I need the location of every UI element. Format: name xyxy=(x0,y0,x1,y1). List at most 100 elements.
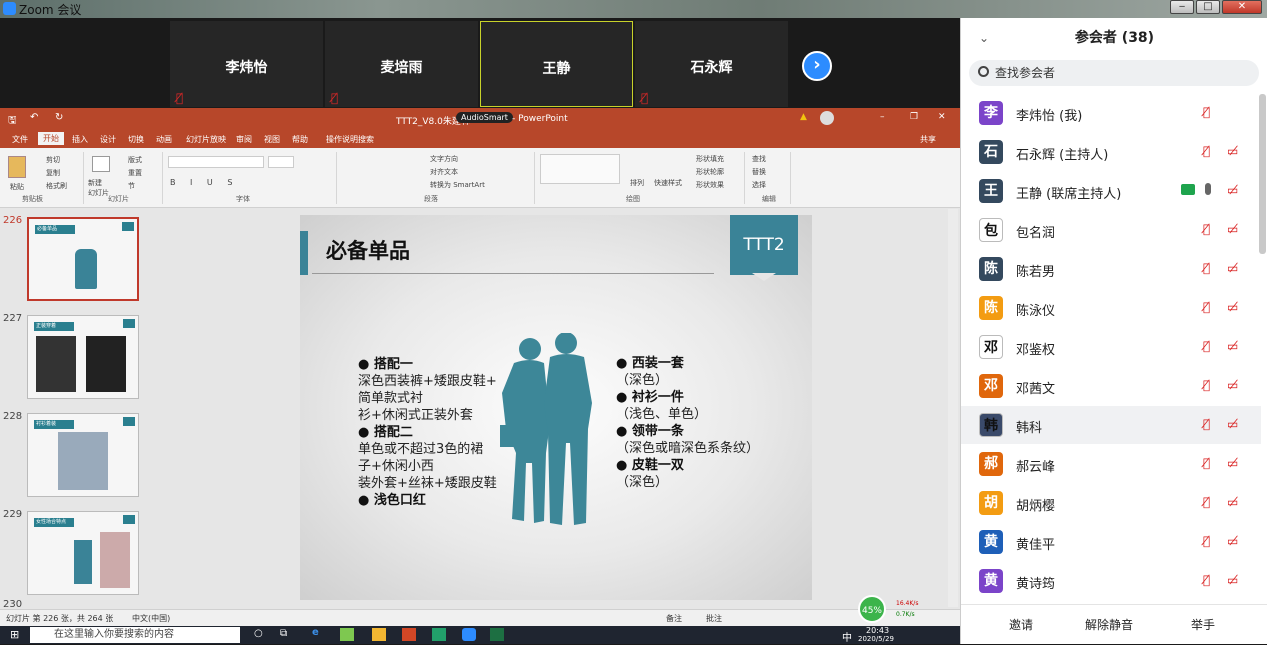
participant-row[interactable]: 黄黄诗筠 🎙̸ ▭̸ xyxy=(961,562,1261,600)
network-speed-widget[interactable]: 45% xyxy=(858,595,886,623)
tab-slideshow[interactable]: 幻灯片放映 xyxy=(186,134,226,145)
tab-view[interactable]: 视图 xyxy=(264,134,280,145)
tab-transitions[interactable]: 切换 xyxy=(128,134,144,145)
wechat-icon[interactable] xyxy=(340,628,354,641)
participant-row[interactable]: 李李炜怡 (我) 🎙̸ xyxy=(961,94,1261,132)
shape-effects-button[interactable]: 形状效果 xyxy=(696,180,724,190)
video-off-icon[interactable]: ▭̸ xyxy=(1227,339,1238,353)
cortana-icon[interactable]: ○ xyxy=(254,628,263,639)
participant-row[interactable]: 邓邓鉴权 🎙̸ ▭̸ xyxy=(961,328,1261,366)
language-status[interactable]: 中文(中国) xyxy=(132,613,170,624)
muted-mic-icon[interactable]: 🎙̸ xyxy=(1203,534,1210,548)
video-off-icon[interactable]: ▭̸ xyxy=(1227,183,1238,197)
participant-row[interactable]: 包包名润 🎙̸ ▭̸ xyxy=(961,211,1261,249)
file-explorer-icon[interactable] xyxy=(372,628,386,641)
slide-thumbnail[interactable]: 正装穿着 xyxy=(27,315,139,399)
arrange-button[interactable]: 排列 xyxy=(630,178,644,188)
invite-button[interactable]: 邀请 xyxy=(1009,605,1033,645)
tab-insert[interactable]: 插入 xyxy=(72,134,88,145)
edge-icon[interactable]: e xyxy=(312,627,319,638)
muted-mic-icon[interactable]: 🎙̸ xyxy=(1203,222,1210,236)
muted-mic-icon[interactable]: 🎙̸ xyxy=(1203,456,1210,470)
tab-review[interactable]: 审阅 xyxy=(236,134,252,145)
smartart-button[interactable]: 转换为 SmartArt xyxy=(430,180,485,190)
save-icon[interactable]: 🖫 xyxy=(8,113,17,130)
slide-thumbnail-selected[interactable]: 必备单品 xyxy=(27,217,139,301)
tab-help[interactable]: 帮助 xyxy=(292,134,308,145)
redo-icon[interactable]: ↻ xyxy=(55,112,63,123)
user-avatar-icon[interactable] xyxy=(820,111,834,125)
font-size-select[interactable] xyxy=(268,156,294,168)
copy-button[interactable]: 复制 xyxy=(46,168,60,178)
participant-row[interactable]: 邓邓茜文 🎙̸ ▭̸ xyxy=(961,367,1261,405)
muted-mic-icon[interactable]: 🎙̸ xyxy=(1203,339,1210,353)
select-button[interactable]: 选择 xyxy=(752,180,766,190)
muted-mic-icon[interactable]: 🎙̸ xyxy=(1203,378,1210,392)
cut-button[interactable]: 剪切 xyxy=(46,155,60,165)
video-off-icon[interactable]: ▭̸ xyxy=(1227,456,1238,470)
powerpoint-icon[interactable] xyxy=(402,628,416,641)
clock-time[interactable]: 20:43 xyxy=(866,626,889,635)
find-button[interactable]: 查找 xyxy=(752,154,766,164)
video-tile[interactable]: 李炜怡 🎙̸ xyxy=(170,21,323,107)
paste-icon[interactable] xyxy=(8,156,26,178)
participant-row[interactable]: 陈陈泳仪 🎙̸ ▭̸ xyxy=(961,289,1261,327)
zoom-taskbar-icon[interactable] xyxy=(462,628,476,641)
quick-styles-button[interactable]: 快速样式 xyxy=(654,178,682,188)
text-direction-button[interactable]: 文字方向 xyxy=(430,154,458,164)
participant-search-input[interactable]: 查找参会者 xyxy=(969,60,1259,86)
tab-animations[interactable]: 动画 xyxy=(156,134,172,145)
comments-button[interactable]: 批注 xyxy=(706,613,722,624)
participant-row[interactable]: 胡胡炳樱 🎙̸ ▭̸ xyxy=(961,484,1261,522)
next-page-button[interactable]: › xyxy=(802,51,832,81)
undo-icon[interactable]: ↶ xyxy=(30,112,38,123)
mic-icon[interactable] xyxy=(1205,183,1211,195)
muted-mic-icon[interactable]: 🎙̸ xyxy=(1203,261,1210,275)
share-button[interactable]: 共享 xyxy=(920,134,936,145)
replace-button[interactable]: 替换 xyxy=(752,167,766,177)
participant-row[interactable]: 石石永辉 (主持人) 🎙̸ ▭̸ xyxy=(961,133,1261,171)
shape-outline-button[interactable]: 形状轮廓 xyxy=(696,167,724,177)
font-name-select[interactable] xyxy=(168,156,264,168)
participant-row[interactable]: 黄黄佳平 🎙̸ ▭̸ xyxy=(961,523,1261,561)
shape-fill-button[interactable]: 形状填充 xyxy=(696,154,724,164)
slide-thumbnail[interactable]: 衬衫着装 xyxy=(27,413,139,497)
unmute-button[interactable]: 解除静音 xyxy=(1085,605,1133,645)
muted-mic-icon[interactable]: 🎙̸ xyxy=(1203,573,1210,587)
video-tile[interactable]: 石永辉 🎙̸ xyxy=(635,21,788,107)
video-off-icon[interactable]: ▭̸ xyxy=(1227,144,1238,158)
video-off-icon[interactable]: ▭̸ xyxy=(1227,261,1238,275)
participant-row[interactable]: 陈陈若男 🎙̸ ▭̸ xyxy=(961,250,1261,288)
taskbar-search-input[interactable]: 在这里输入你要搜索的内容 xyxy=(30,627,240,643)
format-painter-button[interactable]: 格式刷 xyxy=(46,181,67,191)
muted-mic-icon[interactable]: 🎙̸ xyxy=(1203,495,1210,509)
video-off-icon[interactable]: ▭̸ xyxy=(1227,573,1238,587)
new-slide-icon[interactable] xyxy=(92,156,110,172)
green-app-icon[interactable] xyxy=(432,628,446,641)
raise-hand-button[interactable]: 举手 xyxy=(1191,605,1215,645)
clock-date[interactable]: 2020/5/29 xyxy=(858,635,894,643)
ime-indicator[interactable]: 中 xyxy=(842,629,852,644)
video-off-icon[interactable]: ▭̸ xyxy=(1227,495,1238,509)
video-off-icon[interactable]: ▭̸ xyxy=(1227,300,1238,314)
task-view-icon[interactable]: ⧉ xyxy=(280,628,287,639)
muted-mic-icon[interactable]: 🎙̸ xyxy=(1203,105,1210,119)
new-slide-label[interactable]: 新建 幻灯片 xyxy=(88,178,109,198)
close-button[interactable]: ✕ xyxy=(1222,0,1262,14)
chevron-down-icon[interactable]: ⌄ xyxy=(979,18,989,58)
video-tile[interactable]: 麦培雨 🎙̸ xyxy=(325,21,478,107)
excel-icon[interactable] xyxy=(490,628,504,641)
video-off-icon[interactable]: ▭̸ xyxy=(1227,378,1238,392)
section-button[interactable]: 节 xyxy=(128,181,135,191)
ppt-close-icon[interactable]: ✕ xyxy=(938,112,946,122)
ppt-restore-icon[interactable]: ❐ xyxy=(910,112,918,122)
tab-home[interactable]: 开始 xyxy=(38,132,64,145)
slide-scrollbar[interactable] xyxy=(948,209,958,607)
minimize-button[interactable]: ‒ xyxy=(1170,0,1194,14)
align-text-button[interactable]: 对齐文本 xyxy=(430,167,458,177)
muted-mic-icon[interactable]: 🎙̸ xyxy=(1203,417,1210,431)
muted-mic-icon[interactable]: 🎙̸ xyxy=(1203,144,1210,158)
notes-button[interactable]: 备注 xyxy=(666,613,682,624)
shapes-gallery[interactable] xyxy=(540,154,620,184)
ppt-minimize-icon[interactable]: – xyxy=(880,112,885,122)
